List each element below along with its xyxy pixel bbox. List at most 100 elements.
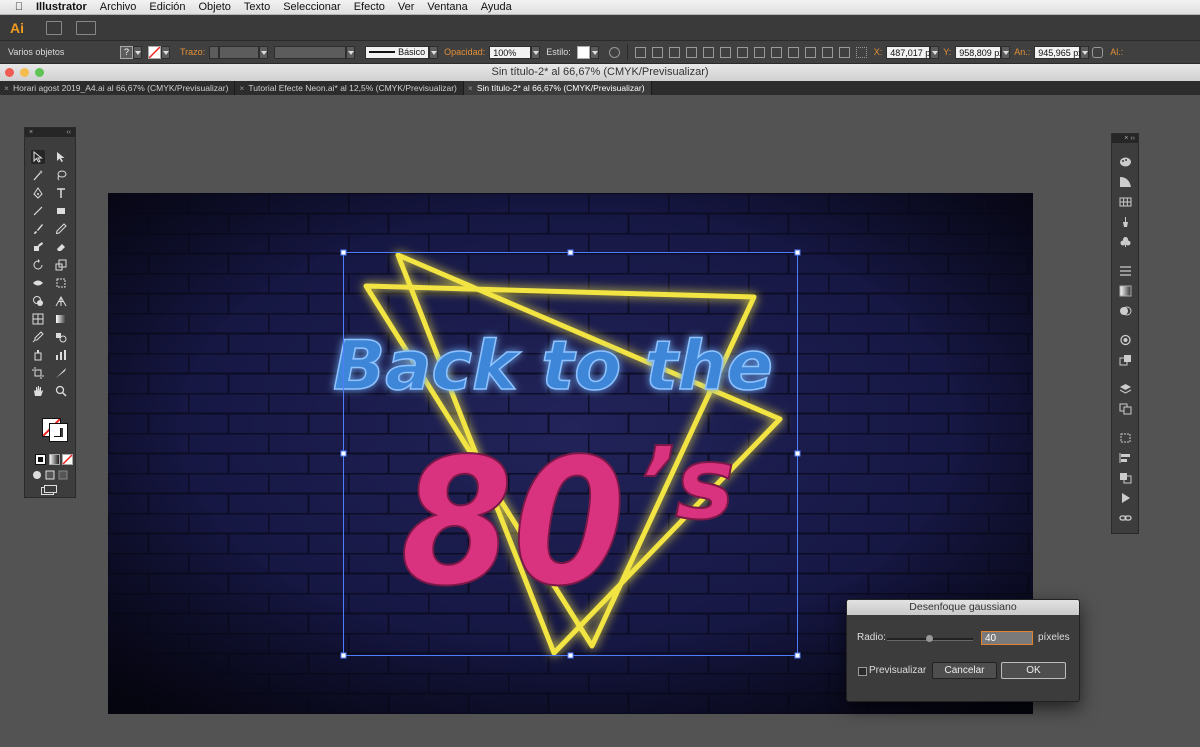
width-tool-icon[interactable] [31, 276, 45, 290]
artboard-tool-icon[interactable] [31, 366, 45, 380]
radius-slider[interactable] [887, 635, 973, 642]
stroke-panel-icon[interactable] [1119, 265, 1132, 277]
pen-tool-icon[interactable] [31, 186, 45, 200]
align-vertical-center-icon[interactable] [719, 46, 731, 58]
resize-handle[interactable] [340, 249, 347, 256]
align-right-icon[interactable] [685, 46, 697, 58]
brushes-panel-icon[interactable] [1119, 216, 1132, 228]
symbol-sprayer-tool-icon[interactable] [31, 348, 45, 362]
stroke-swatch[interactable] [148, 45, 161, 59]
slice-tool-icon[interactable] [54, 366, 68, 380]
menu-ayuda[interactable]: Ayuda [481, 1, 512, 13]
draw-mode-icons[interactable] [32, 470, 72, 480]
align-to-selection-icon[interactable] [634, 46, 646, 58]
menu-seleccionar[interactable]: Seleccionar [283, 1, 340, 13]
close-tab-icon[interactable]: × [4, 83, 9, 93]
resize-handle[interactable] [340, 652, 347, 659]
number-text[interactable]: 80 [400, 421, 627, 626]
rectangle-tool-icon[interactable] [54, 204, 68, 218]
graphic-styles-panel-icon[interactable] [1119, 354, 1132, 366]
radius-input[interactable] [981, 631, 1033, 645]
close-dock-icon[interactable]: × [1124, 135, 1128, 142]
selection-tool-icon[interactable] [31, 150, 45, 164]
line-segment-tool-icon[interactable] [31, 204, 45, 218]
menu-texto[interactable]: Texto [244, 1, 270, 13]
menu-edicion[interactable]: Edición [149, 1, 185, 13]
zoom-window-icon[interactable] [35, 68, 44, 77]
distribute-center-icon[interactable] [770, 46, 782, 58]
distribute-right-icon[interactable] [838, 46, 850, 58]
ok-button[interactable]: OK [1001, 662, 1066, 679]
appearance-panel-icon[interactable] [1119, 334, 1132, 346]
pencil-tool-icon[interactable] [54, 222, 68, 236]
pathfinder-panel-icon[interactable] [1119, 472, 1132, 484]
minimize-window-icon[interactable] [20, 68, 29, 77]
height-label[interactable]: Al.: [1110, 47, 1123, 57]
opacity-label[interactable]: Opacidad: [444, 47, 485, 57]
tab-sin-titulo-2[interactable]: × Sin título-2* al 66,67% (CMYK/Previsual… [463, 81, 652, 95]
menu-archivo[interactable]: Archivo [100, 1, 137, 13]
expand-dock-icon[interactable]: ›› [1130, 135, 1135, 142]
suffix-text[interactable]: ’s [636, 424, 736, 543]
tab-horari[interactable]: × Horari agost 2019_A4.ai al 66,67% (CMYK… [0, 81, 236, 95]
recolor-artwork-icon[interactable] [608, 46, 620, 58]
align-bottom-icon[interactable] [736, 46, 748, 58]
align-top-icon[interactable] [702, 46, 714, 58]
dock-header[interactable]: × ›› [1112, 134, 1138, 143]
x-stepper[interactable] [930, 45, 940, 59]
color-panel-icon[interactable] [1119, 156, 1132, 168]
x-label[interactable]: X: [874, 47, 883, 57]
x-field[interactable]: 487,017 px [886, 45, 935, 59]
cancel-button[interactable]: Cancelar [932, 662, 997, 679]
y-label[interactable]: Y: [943, 47, 951, 57]
artboards-panel-icon[interactable] [1119, 403, 1132, 415]
y-stepper[interactable] [1001, 45, 1011, 59]
hand-tool-icon[interactable] [31, 384, 45, 398]
opacity-field[interactable]: 100% [489, 45, 532, 59]
menu-ver[interactable]: Ver [398, 1, 415, 13]
headline-text[interactable]: Back to the [332, 326, 774, 407]
width-stepper[interactable] [1080, 45, 1090, 59]
distribute-hcenter-icon[interactable] [821, 46, 833, 58]
stroke-weight-dropdown[interactable] [259, 45, 269, 59]
column-graph-tool-icon[interactable] [54, 348, 68, 362]
close-window-icon[interactable] [5, 68, 14, 77]
eraser-tool-icon[interactable] [54, 240, 68, 254]
resize-handle[interactable] [794, 249, 801, 256]
y-field[interactable]: 958,809 px [955, 45, 1004, 59]
close-panel-icon[interactable]: × [29, 128, 33, 137]
collapse-panel-icon[interactable]: ‹‹ [66, 128, 71, 137]
close-tab-icon[interactable]: × [239, 83, 244, 93]
stroke-weight-field[interactable] [219, 45, 260, 59]
distribute-left-icon[interactable] [804, 46, 816, 58]
menu-ventana[interactable]: Ventana [427, 1, 467, 13]
close-tab-icon[interactable]: × [468, 83, 473, 93]
fill-dropdown[interactable] [133, 45, 142, 59]
actions-panel-icon[interactable] [1119, 492, 1132, 504]
type-tool-icon[interactable] [54, 186, 68, 200]
shaper-tool-icon[interactable] [31, 240, 45, 254]
screen-mode-icon[interactable] [41, 485, 57, 495]
eyedropper-tool-icon[interactable] [31, 330, 45, 344]
stroke-swatch-icon[interactable] [49, 423, 68, 442]
variable-width-profile[interactable] [274, 45, 347, 59]
tab-tutorial-neon[interactable]: × Tutorial Efecte Neon.ai* al 12,5% (CMYK… [235, 81, 464, 95]
align-left-icon[interactable] [651, 46, 663, 58]
blend-tool-icon[interactable] [54, 330, 68, 344]
magic-wand-tool-icon[interactable] [31, 168, 45, 182]
zoom-tool-icon[interactable] [54, 384, 68, 398]
direct-selection-tool-icon[interactable] [54, 150, 68, 164]
align-panel-icon[interactable] [1119, 452, 1132, 464]
opacity-dropdown[interactable] [531, 45, 541, 59]
transparency-panel-icon[interactable] [1119, 305, 1132, 317]
brush-dropdown[interactable] [429, 45, 439, 59]
width-field[interactable]: 945,965 px [1034, 45, 1083, 59]
graphic-style-dropdown[interactable] [589, 45, 599, 59]
resize-handle[interactable] [567, 652, 574, 659]
perspective-grid-tool-icon[interactable] [54, 294, 68, 308]
variable-width-dropdown[interactable] [346, 45, 356, 59]
menu-illustrator[interactable]: Illustrator [36, 1, 87, 13]
scale-tool-icon[interactable] [54, 258, 68, 272]
rotate-tool-icon[interactable] [31, 258, 45, 272]
layers-panel-icon[interactable] [1119, 383, 1132, 395]
